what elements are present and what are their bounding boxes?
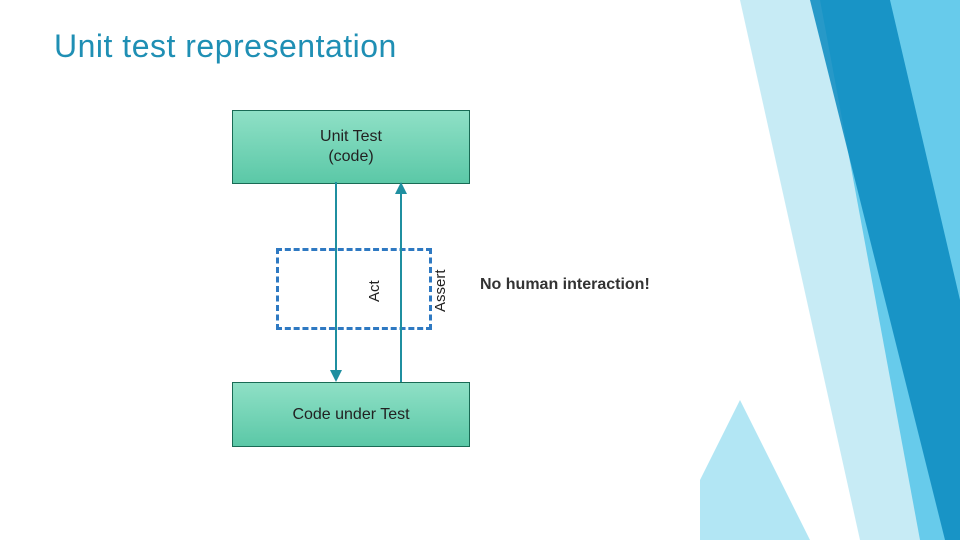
slide: Unit test representation Unit Test (code… xyxy=(0,0,960,540)
act-arrow-line xyxy=(335,182,337,370)
unit-test-box-label: Unit Test (code) xyxy=(233,127,469,167)
code-under-test-box: Code under Test xyxy=(232,382,470,447)
unit-test-box: Unit Test (code) xyxy=(232,110,470,184)
code-under-test-label: Code under Test xyxy=(233,405,469,425)
callout-text: No human interaction! xyxy=(480,276,650,294)
unit-test-line1: Unit Test xyxy=(320,128,382,145)
slide-title: Unit test representation xyxy=(54,28,397,65)
assert-arrow-head xyxy=(395,182,407,194)
assert-arrow-line xyxy=(400,194,402,382)
dashed-midbox xyxy=(276,248,432,330)
unit-test-line2: (code) xyxy=(328,148,373,165)
act-label: Act xyxy=(366,280,383,302)
assert-label: Assert xyxy=(432,269,449,312)
act-arrow-head xyxy=(330,370,342,382)
